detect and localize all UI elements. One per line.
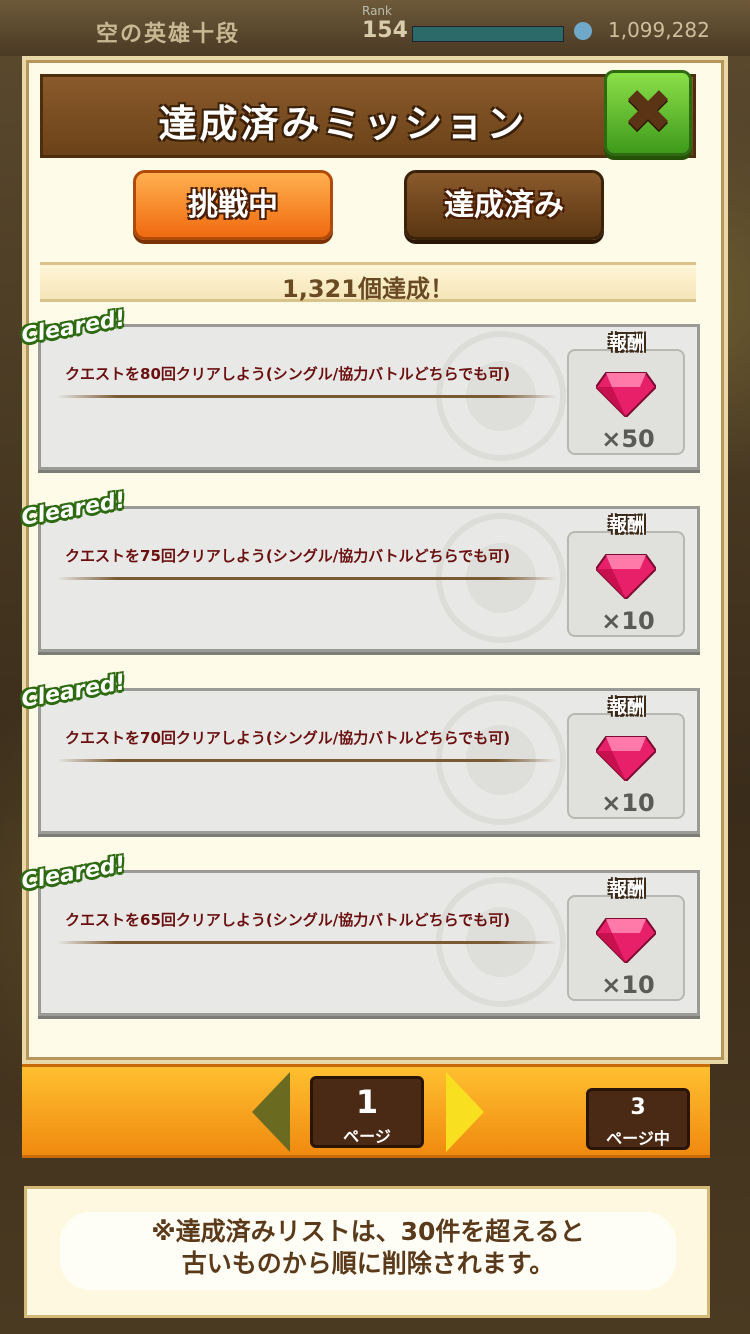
completed-count: 1,321個達成！ [282, 275, 454, 303]
divider [57, 941, 557, 944]
tab-in-progress[interactable]: 挑戦中 [133, 170, 333, 240]
coin-count: 1,099,282 [608, 18, 710, 42]
note-line-1: ※達成済みリストは、30件を超えると [151, 1217, 585, 1246]
divider [57, 759, 557, 762]
total-pages-indicator: 3 ページ中 [586, 1088, 690, 1150]
mission-item[interactable]: Cleared! クエストを75回クリアしよう(シングル/協力バトルどちらでも可… [20, 488, 700, 652]
current-page-indicator: 1 ページ [310, 1076, 424, 1148]
reward-label: 報酬 [609, 515, 645, 536]
reward-label: 報酬 [609, 879, 645, 900]
mission-description: クエストを70回クリアしよう(シングル/協力バトルどちらでも可) [65, 729, 511, 747]
reward-label: 報酬 [609, 697, 645, 718]
prev-page-arrow-icon[interactable] [252, 1072, 290, 1152]
next-page-arrow-icon[interactable] [446, 1072, 484, 1152]
total-page-number: 3 [630, 1095, 646, 1120]
gem-icon [596, 554, 656, 599]
reward-count: ×10 [601, 971, 655, 999]
reward-count: ×50 [601, 425, 655, 453]
mission-description: クエストを75回クリアしよう(シングル/協力バトルどちらでも可) [65, 547, 511, 565]
gem-icon [596, 736, 656, 781]
info-note-text: ※達成済みリストは、30件を超えると 古いものから順に削除されます。 [60, 1216, 676, 1280]
note-line-2: 古いものから順に削除されます。 [181, 1249, 555, 1278]
status-bar: 空の英雄十段 Rank 154 1,099,282 [0, 0, 750, 56]
reward-count: ×10 [601, 789, 655, 817]
dialog-title: 達成済みミッション [158, 102, 528, 146]
tab-completed[interactable]: 達成済み [404, 170, 604, 240]
mission-item[interactable]: Cleared! クエストを70回クリアしよう(シングル/協力バトルどちらでも可… [20, 670, 700, 834]
mission-item[interactable]: Cleared! クエストを65回クリアしよう(シングル/協力バトルどちらでも可… [20, 852, 700, 1016]
mission-description: クエストを65回クリアしよう(シングル/協力バトルどちらでも可) [65, 911, 511, 929]
mission-item[interactable]: Cleared! クエストを80回クリアしよう(シングル/協力バトルどちらでも可… [20, 306, 700, 470]
divider [57, 577, 557, 580]
rank-progress-bar [412, 26, 564, 42]
dialog-header: 達成済みミッション [40, 74, 696, 158]
reward-label: 報酬 [609, 333, 645, 354]
gem-icon [596, 372, 656, 417]
divider [57, 395, 557, 398]
mission-description: クエストを80回クリアしよう(シングル/協力バトルどちらでも可) [65, 365, 511, 383]
current-page-number: 1 [355, 1083, 379, 1121]
coin-icon [574, 22, 592, 40]
reward-count: ×10 [601, 607, 655, 635]
close-button[interactable]: ✖ [604, 70, 692, 156]
total-page-unit: ページ中 [606, 1129, 670, 1148]
rank-label: Rank [362, 4, 392, 18]
player-title: 空の英雄十段 [96, 22, 241, 47]
gem-icon [596, 918, 656, 963]
current-page-unit: ページ [343, 1127, 391, 1146]
close-icon: ✖ [622, 77, 674, 147]
summary-ribbon: 1,321個達成！ [40, 262, 696, 303]
rank-value: 154 [362, 18, 408, 43]
